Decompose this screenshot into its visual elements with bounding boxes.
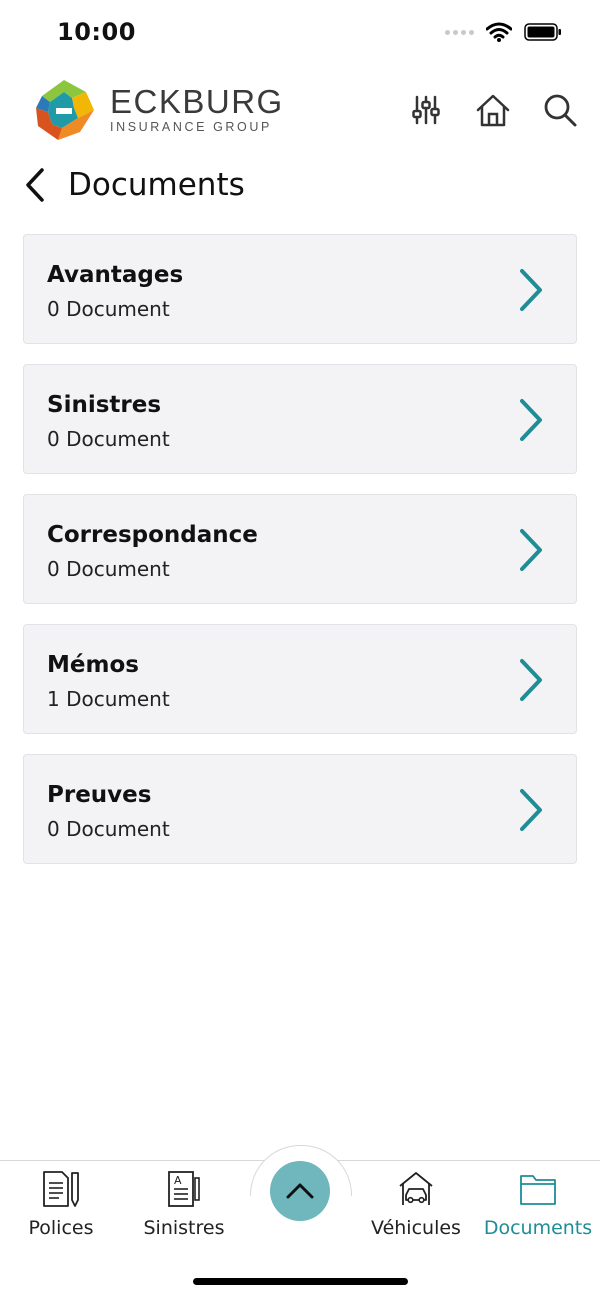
home-button[interactable] <box>473 90 513 130</box>
home-icon <box>476 94 510 127</box>
chevron-left-icon <box>26 168 44 202</box>
document-category-card[interactable]: Correspondance 0 Document <box>23 494 577 604</box>
policy-document-icon <box>43 1171 79 1207</box>
category-name: Mémos <box>47 652 139 678</box>
tab-documents[interactable]: Documents <box>478 1161 598 1251</box>
tab-label: Véhicules <box>371 1217 461 1239</box>
chevron-right-icon <box>520 399 542 441</box>
folder-icon <box>520 1175 556 1205</box>
category-name: Sinistres <box>47 392 162 418</box>
chevron-right-icon <box>520 659 542 701</box>
eckburg-logo: ECKBURG INSURANCE GROUP <box>28 72 298 148</box>
category-name: Avantages <box>47 262 184 288</box>
category-count: 0 Document <box>47 427 170 451</box>
wifi-icon <box>486 22 512 42</box>
page-title: Documents <box>68 167 245 203</box>
category-count: 1 Document <box>47 687 170 711</box>
sliders-icon <box>412 95 440 125</box>
car-garage-icon <box>399 1172 433 1205</box>
back-button[interactable] <box>24 165 54 205</box>
logo-name: ECKBURG <box>110 83 284 120</box>
page-title-row: Documents <box>24 160 245 210</box>
document-category-card[interactable]: Preuves 0 Document <box>23 754 577 864</box>
category-name: Preuves <box>47 782 152 808</box>
home-indicator[interactable] <box>193 1278 408 1285</box>
category-name: Correspondance <box>47 522 258 548</box>
app-header: ECKBURG INSURANCE GROUP <box>0 68 600 152</box>
chevron-up-icon <box>286 1183 314 1199</box>
chevron-right-icon <box>520 789 542 831</box>
status-bar: 10:00 <box>0 0 600 70</box>
tab-label: Polices <box>28 1217 94 1239</box>
tab-label: Sinistres <box>143 1217 225 1239</box>
category-count: 0 Document <box>47 557 170 581</box>
filter-button[interactable] <box>406 90 446 130</box>
document-category-card[interactable]: Mémos 1 Document <box>23 624 577 734</box>
expand-menu-button[interactable] <box>270 1161 330 1221</box>
battery-icon <box>524 23 561 41</box>
status-icons <box>445 22 562 42</box>
tab-vehicules[interactable]: Véhicules <box>356 1161 476 1251</box>
logo-mark-icon <box>36 80 94 140</box>
status-time: 10:00 <box>57 18 136 46</box>
document-category-card[interactable]: Sinistres 0 Document <box>23 364 577 474</box>
tab-label: Documents <box>483 1217 593 1239</box>
cellular-signal-icon <box>445 29 474 35</box>
logo-subtitle: INSURANCE GROUP <box>110 120 272 134</box>
category-count: 0 Document <box>47 817 170 841</box>
chevron-right-icon <box>520 269 542 311</box>
document-category-card[interactable]: Avantages 0 Document <box>23 234 577 344</box>
search-icon <box>544 94 577 127</box>
category-count: 0 Document <box>47 297 170 321</box>
svg-text:A: A <box>174 1174 182 1187</box>
chevron-right-icon <box>520 529 542 571</box>
claims-document-icon: A <box>168 1171 200 1207</box>
document-category-list: Avantages 0 Document Sinistres 0 Documen… <box>23 234 577 884</box>
tab-polices[interactable]: Polices <box>1 1161 121 1251</box>
search-button[interactable] <box>540 90 580 130</box>
tab-sinistres[interactable]: A Sinistres <box>124 1161 244 1251</box>
